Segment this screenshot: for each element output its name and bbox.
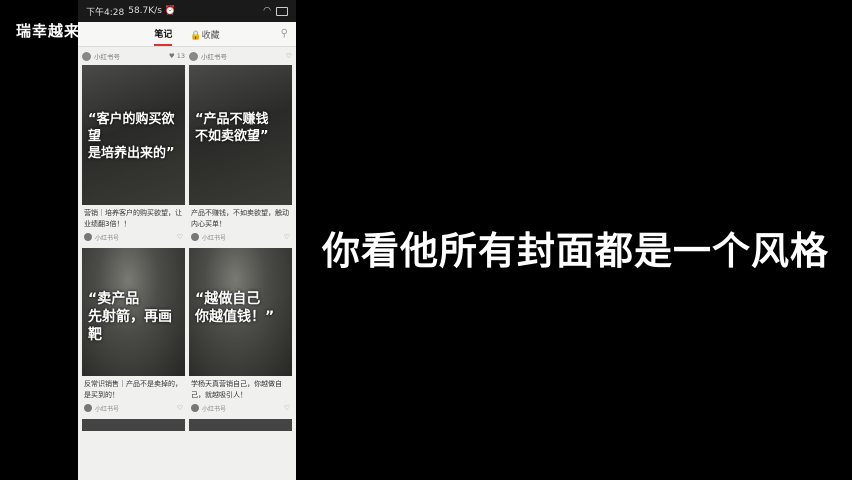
note-cover[interactable]: “产品不赚钱 不如卖欲望” bbox=[189, 65, 292, 205]
next-card-preview[interactable] bbox=[189, 419, 292, 431]
avatar bbox=[191, 404, 199, 412]
network-speed: 58.7K/s bbox=[128, 6, 162, 16]
note-cover[interactable]: “卖产品 先射箭，再画靶 bbox=[82, 248, 185, 376]
avatar bbox=[189, 51, 198, 61]
battery-icon bbox=[276, 6, 288, 16]
note-author: 小红书号 ♡ bbox=[82, 401, 185, 415]
heart-icon: ♡ bbox=[286, 52, 292, 60]
like-count[interactable]: ♡ bbox=[286, 52, 292, 60]
avatar bbox=[84, 404, 92, 412]
like-count[interactable]: ♥ 13 bbox=[169, 52, 185, 60]
status-bar: 下午4:28 58.7K/s ⏰ ◠ bbox=[78, 0, 296, 22]
note-card[interactable]: “卖产品 先射箭，再画靶 反常识销售｜产品不是卖掉的，是买到的！ 小红书号 ♡ bbox=[82, 248, 185, 415]
avatar bbox=[82, 51, 91, 61]
heart-icon[interactable]: ♡ bbox=[284, 404, 290, 412]
heart-icon[interactable]: ♡ bbox=[284, 233, 290, 241]
username: 小红书号 bbox=[94, 53, 120, 61]
cover-quote: “产品不赚钱 不如卖欲望” bbox=[195, 112, 269, 144]
note-card[interactable]: “越做自己 你越值钱！” 学杨天真营销自己，你越做自己，就越吸引人！ 小红书号 … bbox=[189, 248, 292, 415]
note-caption[interactable]: 学杨天真营销自己，你越做自己，就越吸引人！ bbox=[189, 376, 292, 401]
cover-quote: “越做自己 你越值钱！” bbox=[195, 291, 275, 325]
note-card[interactable]: “产品不赚钱 不如卖欲望” 产品不赚钱，不如卖欲望，触动内心买单！ 小红书号 ♡ bbox=[189, 65, 292, 244]
heart-icon[interactable]: ♡ bbox=[177, 233, 183, 241]
cover-quote: “卖产品 先射箭，再画靶 bbox=[88, 291, 172, 343]
note-caption[interactable]: 产品不赚钱，不如卖欲望，触动内心买单！ bbox=[189, 205, 292, 230]
cover-quote: “客户的购买欲望 是培养出来的” bbox=[88, 112, 175, 161]
note-cover[interactable]: “客户的购买欲望 是培养出来的” bbox=[82, 65, 185, 205]
avatar bbox=[191, 233, 199, 241]
tab-favorites[interactable]: 🔒收藏 bbox=[190, 24, 219, 45]
phone-screen: 下午4:28 58.7K/s ⏰ ◠ 笔记 🔒收藏 ⚲ 小红书号 ♥ 13 小红… bbox=[78, 0, 296, 480]
note-cover[interactable]: “越做自己 你越值钱！” bbox=[189, 248, 292, 376]
list-item-meta: 小红书号 ♥ 13 bbox=[82, 47, 185, 65]
video-subtitle: 你看他所有封面都是一个风格 bbox=[322, 229, 830, 273]
next-card-preview[interactable] bbox=[82, 419, 185, 431]
note-author: 小红书号 ♡ bbox=[82, 230, 185, 244]
list-item-meta: 小红书号 ♡ bbox=[189, 47, 292, 65]
lock-icon: 🔒 bbox=[190, 30, 202, 41]
username: 小红书号 bbox=[201, 53, 227, 61]
note-card[interactable]: “客户的购买欲望 是培养出来的” 营销｜培养客户的购买欲望，让业绩翻3倍！！ 小… bbox=[82, 65, 185, 244]
search-icon[interactable]: ⚲ bbox=[281, 28, 288, 39]
status-time: 下午4:28 bbox=[86, 7, 125, 18]
avatar bbox=[84, 233, 92, 241]
profile-tabs: 笔记 🔒收藏 ⚲ bbox=[78, 22, 296, 47]
notes-grid: 小红书号 ♥ 13 小红书号 ♡ “客户的购买欲望 是培养出来的” 营销｜培养客… bbox=[78, 47, 296, 431]
note-author: 小红书号 ♡ bbox=[189, 401, 292, 415]
note-author: 小红书号 ♡ bbox=[189, 230, 292, 244]
tab-notes[interactable]: 笔记 bbox=[154, 23, 173, 46]
alarm-icon: ⏰ bbox=[164, 6, 177, 16]
heart-icon: ♥ bbox=[168, 52, 175, 60]
note-caption[interactable]: 营销｜培养客户的购买欲望，让业绩翻3倍！！ bbox=[82, 205, 185, 230]
note-caption[interactable]: 反常识销售｜产品不是卖掉的，是买到的！ bbox=[82, 376, 185, 401]
heart-icon[interactable]: ♡ bbox=[177, 404, 183, 412]
wifi-icon: ◠ bbox=[263, 6, 271, 16]
